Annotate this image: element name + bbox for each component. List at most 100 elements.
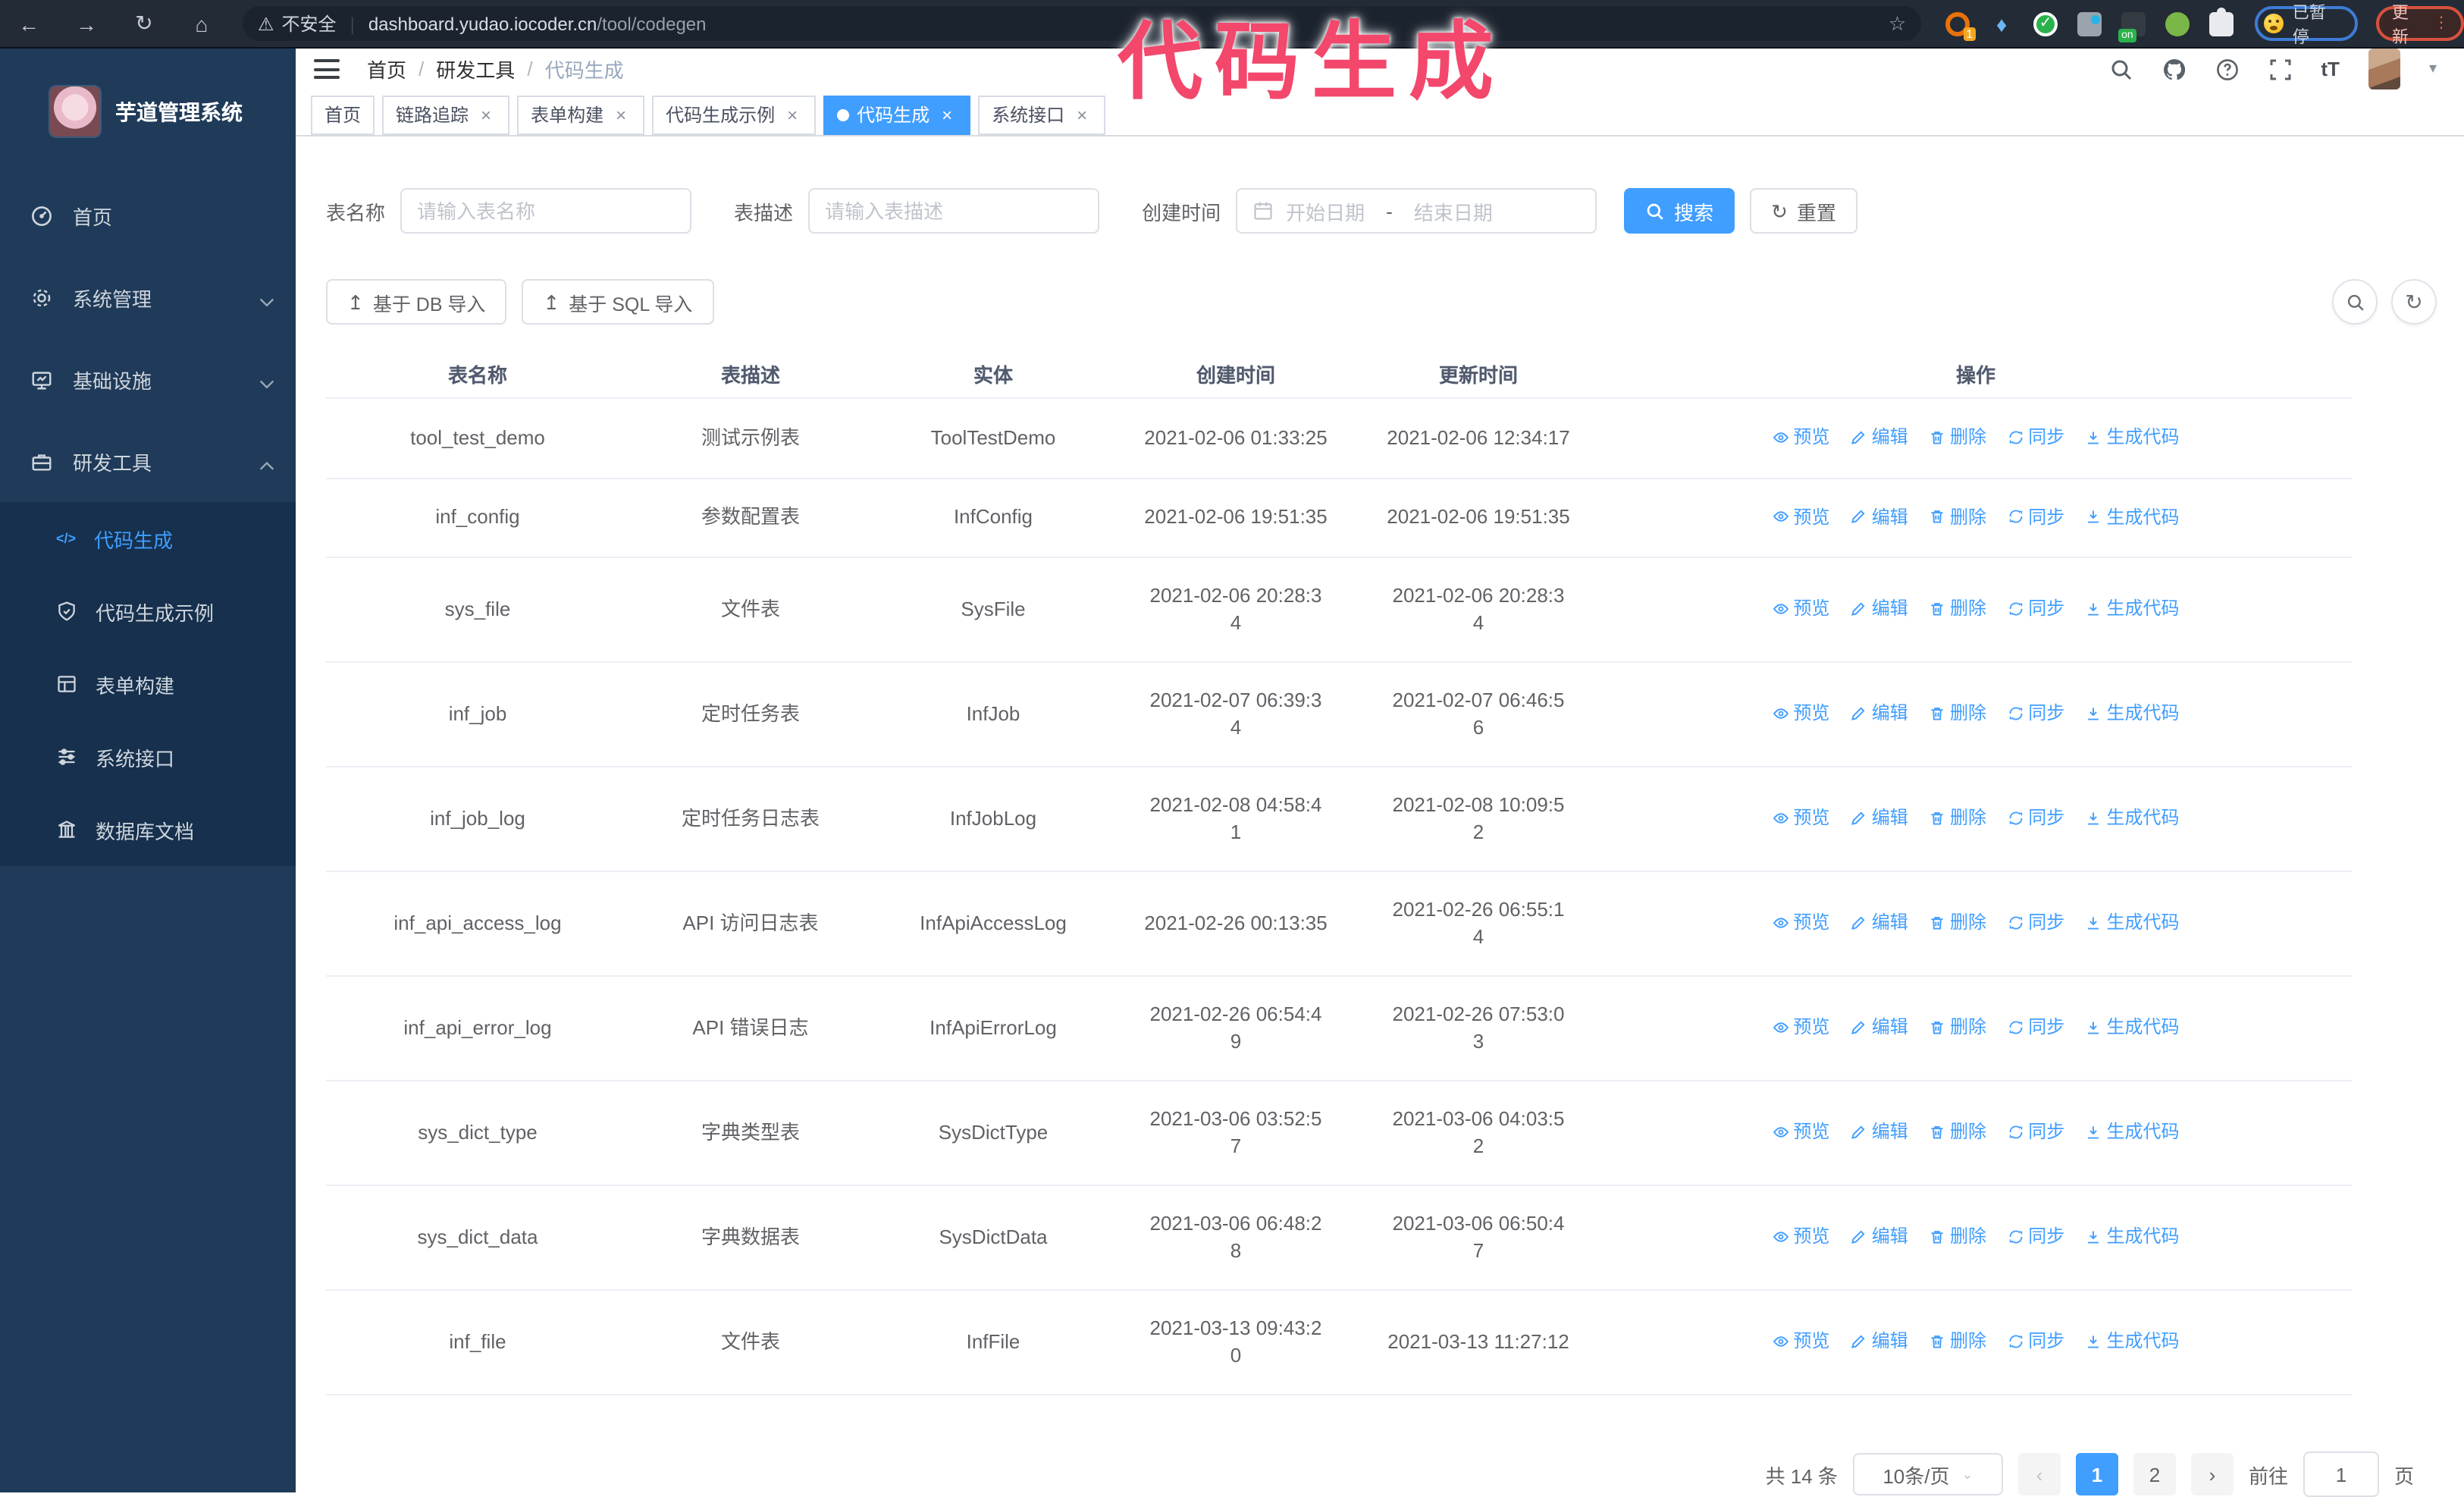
preview-link[interactable]: 预览 <box>1772 909 1829 937</box>
extension-gem-icon[interactable]: ♦ <box>1989 11 2014 36</box>
generate-code-link[interactable]: 生成代码 <box>2086 1119 2180 1146</box>
tab-system-api[interactable]: 系统接口 × <box>978 96 1106 135</box>
search-icon[interactable] <box>2108 57 2133 81</box>
page-1-button[interactable]: 1 <box>2075 1453 2118 1495</box>
extension-grey-icon[interactable] <box>2077 11 2102 36</box>
edit-link[interactable]: 编辑 <box>1851 1328 1908 1355</box>
extension-orange-icon[interactable]: 1 <box>1945 11 1977 40</box>
sync-link[interactable]: 同步 <box>2007 503 2064 530</box>
delete-link[interactable]: 删除 <box>1929 1014 1986 1041</box>
caret-down-icon[interactable]: ▾ <box>2429 61 2437 77</box>
breadcrumb-home[interactable]: 首页 <box>367 55 406 83</box>
tab-form-builder[interactable]: 表单构建 × <box>517 96 645 135</box>
delete-link[interactable]: 删除 <box>1929 1223 1986 1251</box>
security-chip[interactable]: ⚠ 不安全 <box>258 11 337 36</box>
delete-link[interactable]: 删除 <box>1929 423 1986 450</box>
sidebar-item-form-builder[interactable]: 表单构建 <box>0 648 296 720</box>
preview-link[interactable]: 预览 <box>1772 1119 1829 1146</box>
preview-link[interactable]: 预览 <box>1772 1014 1829 1041</box>
preview-link[interactable]: 预览 <box>1772 700 1829 727</box>
preview-link[interactable]: 预览 <box>1772 805 1829 832</box>
tab-home[interactable]: 首页 <box>311 96 375 135</box>
prev-page-button[interactable]: ‹ <box>2017 1453 2061 1495</box>
paused-badge[interactable]: 已暂停 <box>2255 4 2359 46</box>
sync-link[interactable]: 同步 <box>2007 1014 2064 1041</box>
github-icon[interactable] <box>2161 57 2186 81</box>
fullscreen-icon[interactable] <box>2268 57 2292 81</box>
sync-link[interactable]: 同步 <box>2007 1223 2064 1251</box>
generate-code-link[interactable]: 生成代码 <box>2086 1223 2180 1251</box>
generate-code-link[interactable]: 生成代码 <box>2086 423 2180 450</box>
extension-monkey-icon[interactable] <box>2165 11 2190 36</box>
delete-link[interactable]: 删除 <box>1929 1328 1986 1355</box>
sidebar-item-devtools[interactable]: 研发工具 <box>0 420 296 502</box>
generate-code-link[interactable]: 生成代码 <box>2086 1328 2180 1355</box>
sync-link[interactable]: 同步 <box>2007 595 2064 623</box>
close-icon[interactable]: × <box>937 97 957 133</box>
sync-link[interactable]: 同步 <box>2007 423 2064 450</box>
edit-link[interactable]: 编辑 <box>1851 805 1908 832</box>
breadcrumb-devtools[interactable]: 研发工具 <box>436 55 515 83</box>
edit-link[interactable]: 编辑 <box>1851 423 1908 450</box>
tab-codegen-demo[interactable]: 代码生成示例 × <box>652 96 817 135</box>
delete-link[interactable]: 删除 <box>1929 595 1986 623</box>
close-icon[interactable]: × <box>1072 97 1092 133</box>
browser-home-icon[interactable]: ⌂ <box>173 11 230 36</box>
generate-code-link[interactable]: 生成代码 <box>2086 503 2180 530</box>
edit-link[interactable]: 编辑 <box>1851 1223 1908 1251</box>
sidebar-item-db-doc[interactable]: 数据库文档 <box>0 793 296 866</box>
edit-link[interactable]: 编辑 <box>1851 909 1908 937</box>
tab-codegen[interactable]: 代码生成 × <box>823 96 971 135</box>
page-size-select[interactable]: 10条/页 ⌄ <box>1852 1453 2003 1495</box>
sync-link[interactable]: 同步 <box>2007 909 2064 937</box>
sidebar-item-codegen[interactable]: </> 代码生成 <box>0 502 296 575</box>
edit-link[interactable]: 编辑 <box>1851 503 1908 530</box>
preview-link[interactable]: 预览 <box>1772 503 1829 530</box>
extension-dark-icon[interactable]: on <box>2118 11 2146 42</box>
generate-code-link[interactable]: 生成代码 <box>2086 1014 2180 1041</box>
sync-link[interactable]: 同步 <box>2007 1119 2064 1146</box>
preview-link[interactable]: 预览 <box>1772 1328 1829 1355</box>
edit-link[interactable]: 编辑 <box>1851 595 1908 623</box>
sync-link[interactable]: 同步 <box>2007 700 2064 727</box>
table-desc-input[interactable] <box>808 188 1100 234</box>
font-size-icon[interactable]: tT <box>2321 57 2340 81</box>
edit-link[interactable]: 编辑 <box>1851 1014 1908 1041</box>
delete-link[interactable]: 删除 <box>1929 805 1986 832</box>
toggle-search-button[interactable] <box>2332 279 2378 325</box>
goto-page-input[interactable] <box>2303 1451 2379 1497</box>
page-2-button[interactable]: 2 <box>2133 1453 2176 1495</box>
delete-link[interactable]: 删除 <box>1929 503 1986 530</box>
sync-link[interactable]: 同步 <box>2007 805 2064 832</box>
extensions-puzzle-icon[interactable] <box>2209 7 2234 36</box>
date-range-picker[interactable]: 开始日期 - 结束日期 <box>1236 188 1597 234</box>
hamburger-icon[interactable] <box>314 59 340 79</box>
preview-link[interactable]: 预览 <box>1772 595 1829 623</box>
sidebar-item-codegen-demo[interactable]: 代码生成示例 <box>0 575 296 648</box>
next-page-button[interactable]: › <box>2190 1453 2234 1495</box>
tab-tracing[interactable]: 链路追踪 × <box>382 96 510 135</box>
search-button[interactable]: 搜索 <box>1624 188 1735 234</box>
sidebar-item-home[interactable]: 首页 <box>0 174 296 256</box>
browser-reload-icon[interactable]: ↻ <box>115 11 173 36</box>
generate-code-link[interactable]: 生成代码 <box>2086 909 2180 937</box>
edit-link[interactable]: 编辑 <box>1851 700 1908 727</box>
extension-green-check-icon[interactable]: ✓ <box>2033 11 2058 36</box>
close-icon[interactable]: × <box>476 97 496 133</box>
sidebar-item-infra[interactable]: 基础设施 <box>0 338 296 420</box>
app-logo-row[interactable]: 芋道管理系统 <box>0 49 296 174</box>
help-icon[interactable] <box>2215 57 2239 81</box>
browser-back-icon[interactable]: ← <box>0 11 58 36</box>
delete-link[interactable]: 删除 <box>1929 700 1986 727</box>
generate-code-link[interactable]: 生成代码 <box>2086 700 2180 727</box>
close-icon[interactable]: × <box>611 97 631 133</box>
preview-link[interactable]: 预览 <box>1772 423 1829 450</box>
table-name-input[interactable] <box>400 188 692 234</box>
import-sql-button[interactable]: ↥ 基于 SQL 导入 <box>522 279 714 325</box>
generate-code-link[interactable]: 生成代码 <box>2086 595 2180 623</box>
bookmark-star-icon[interactable]: ☆ <box>1889 11 1906 36</box>
edit-link[interactable]: 编辑 <box>1851 1119 1908 1146</box>
reset-button[interactable]: ↻ 重置 <box>1750 188 1857 234</box>
sync-link[interactable]: 同步 <box>2007 1328 2064 1355</box>
preview-link[interactable]: 预览 <box>1772 1223 1829 1251</box>
